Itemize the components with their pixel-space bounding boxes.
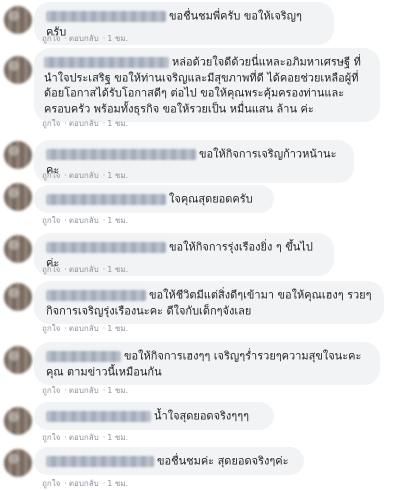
comment-actions: ถูกใจ · ตอบกลับ · 1 ชม. [42,384,130,397]
reply-link[interactable]: ตอบกลับ [69,386,99,395]
separator-dot: · [102,171,106,180]
separator-dot: · [102,216,106,225]
like-link[interactable]: ถูกใจ [42,386,60,395]
like-link[interactable]: ถูกใจ [42,34,60,43]
separator-dot: · [64,34,67,43]
comment-bubble: น้ำใจสุดยอดจริงๆๆๆ [34,402,274,430]
comment-actions: ถูกใจ · ตอบกลับ · 1 ชม. [42,32,130,45]
avatar[interactable] [4,183,32,211]
avatar[interactable] [4,141,32,169]
separator-dot: · [102,386,106,395]
separator-dot: · [64,265,67,274]
comment-actions: ถูกใจ · ตอบกลับ · 1 ชม. [42,117,130,130]
separator-dot: · [64,216,67,225]
comment-actions: ถูกใจ · ตอบกลับ · 1 ชม. [42,477,130,490]
separator-dot: · [102,324,106,333]
separator-dot: · [102,119,106,128]
like-link[interactable]: ถูกใจ [42,479,60,488]
avatar[interactable] [4,283,32,311]
separator-dot: · [102,479,106,488]
comment-time[interactable]: 1 ชม. [107,324,128,333]
comment-time[interactable]: 1 ชม. [107,119,128,128]
comment-actions: ถูกใจ · ตอบกลับ · 1 ชม. [42,322,130,335]
reply-link[interactable]: ตอบกลับ [69,324,99,333]
commenter-name-blurred[interactable] [46,410,151,422]
like-link[interactable]: ถูกใจ [42,171,60,180]
reply-link[interactable]: ตอบกลับ [69,119,99,128]
commenter-name-blurred[interactable] [46,10,166,22]
avatar[interactable] [4,56,32,84]
separator-dot: · [102,433,106,442]
like-link[interactable]: ถูกใจ [42,119,60,128]
like-link[interactable]: ถูกใจ [42,216,60,225]
comment-time[interactable]: 1 ชม. [107,479,128,488]
reply-link[interactable]: ตอบกลับ [69,433,99,442]
separator-dot: · [64,386,67,395]
commenter-name-blurred[interactable] [46,289,146,301]
comment-time[interactable]: 1 ชม. [107,171,128,180]
comment-text: น้ำใจสุดยอดจริงๆๆๆ [154,409,250,423]
comment-text: ใจคุณสุดยอดครับ [169,192,253,206]
separator-dot: · [64,119,67,128]
comment-actions: ถูกใจ · ตอบกลับ · 1 ชม. [42,214,130,227]
comment-bubble: หล่อด้วยใจดีด้วยนี่แหละอภิมหาเศรษฐี ที่น… [34,48,380,122]
reply-link[interactable]: ตอบกลับ [69,265,99,274]
comment-bubble: ขอชื่นชมค่ะ สุดยอดจริงๆค่ะ [34,447,304,475]
commenter-name-blurred[interactable] [46,148,196,160]
avatar[interactable] [4,6,32,34]
comment-bubble: ขอให้กิจการเฮงๆๆ เจริญๆร่ำรวยๆความสุขใจน… [34,342,380,385]
comment-time[interactable]: 1 ชม. [107,433,128,442]
separator-dot: · [64,479,67,488]
comment-actions: ถูกใจ · ตอบกลับ · 1 ชม. [42,263,130,276]
commenter-name-blurred[interactable] [46,241,166,253]
commenter-name-blurred[interactable] [46,455,154,467]
avatar[interactable] [4,346,32,374]
comment-time[interactable]: 1 ชม. [107,34,128,43]
separator-dot: · [64,433,67,442]
reply-link[interactable]: ตอบกลับ [69,34,99,43]
like-link[interactable]: ถูกใจ [42,324,60,333]
avatar[interactable] [4,407,32,435]
separator-dot: · [102,34,106,43]
comment-time[interactable]: 1 ชม. [107,386,128,395]
comment-time[interactable]: 1 ชม. [107,265,128,274]
separator-dot: · [64,171,67,180]
reply-link[interactable]: ตอบกลับ [69,479,99,488]
comment-text: ขอชื่นชมค่ะ สุดยอดจริงๆค่ะ [157,454,289,468]
avatar[interactable] [4,449,32,477]
reply-link[interactable]: ตอบกลับ [69,171,99,180]
comment-actions: ถูกใจ · ตอบกลับ · 1 ชม. [42,431,130,444]
reply-link[interactable]: ตอบกลับ [69,216,99,225]
like-link[interactable]: ถูกใจ [42,433,60,442]
avatar[interactable] [4,235,32,263]
commenter-name-blurred[interactable] [46,193,166,205]
comment-actions: ถูกใจ · ตอบกลับ · 1 ชม. [42,169,130,182]
commenter-name-blurred[interactable] [44,56,169,68]
comment-bubble: ขอให้ชีวิตมีแต่สิ่งดีๆเข้ามา ขอให้คุณเฮง… [34,281,384,324]
comment-time[interactable]: 1 ชม. [107,216,128,225]
comment-bubble: ใจคุณสุดยอดครับ [34,185,274,213]
commenter-name-blurred[interactable] [46,350,121,362]
separator-dot: · [64,324,67,333]
like-link[interactable]: ถูกใจ [42,265,60,274]
separator-dot: · [102,265,106,274]
